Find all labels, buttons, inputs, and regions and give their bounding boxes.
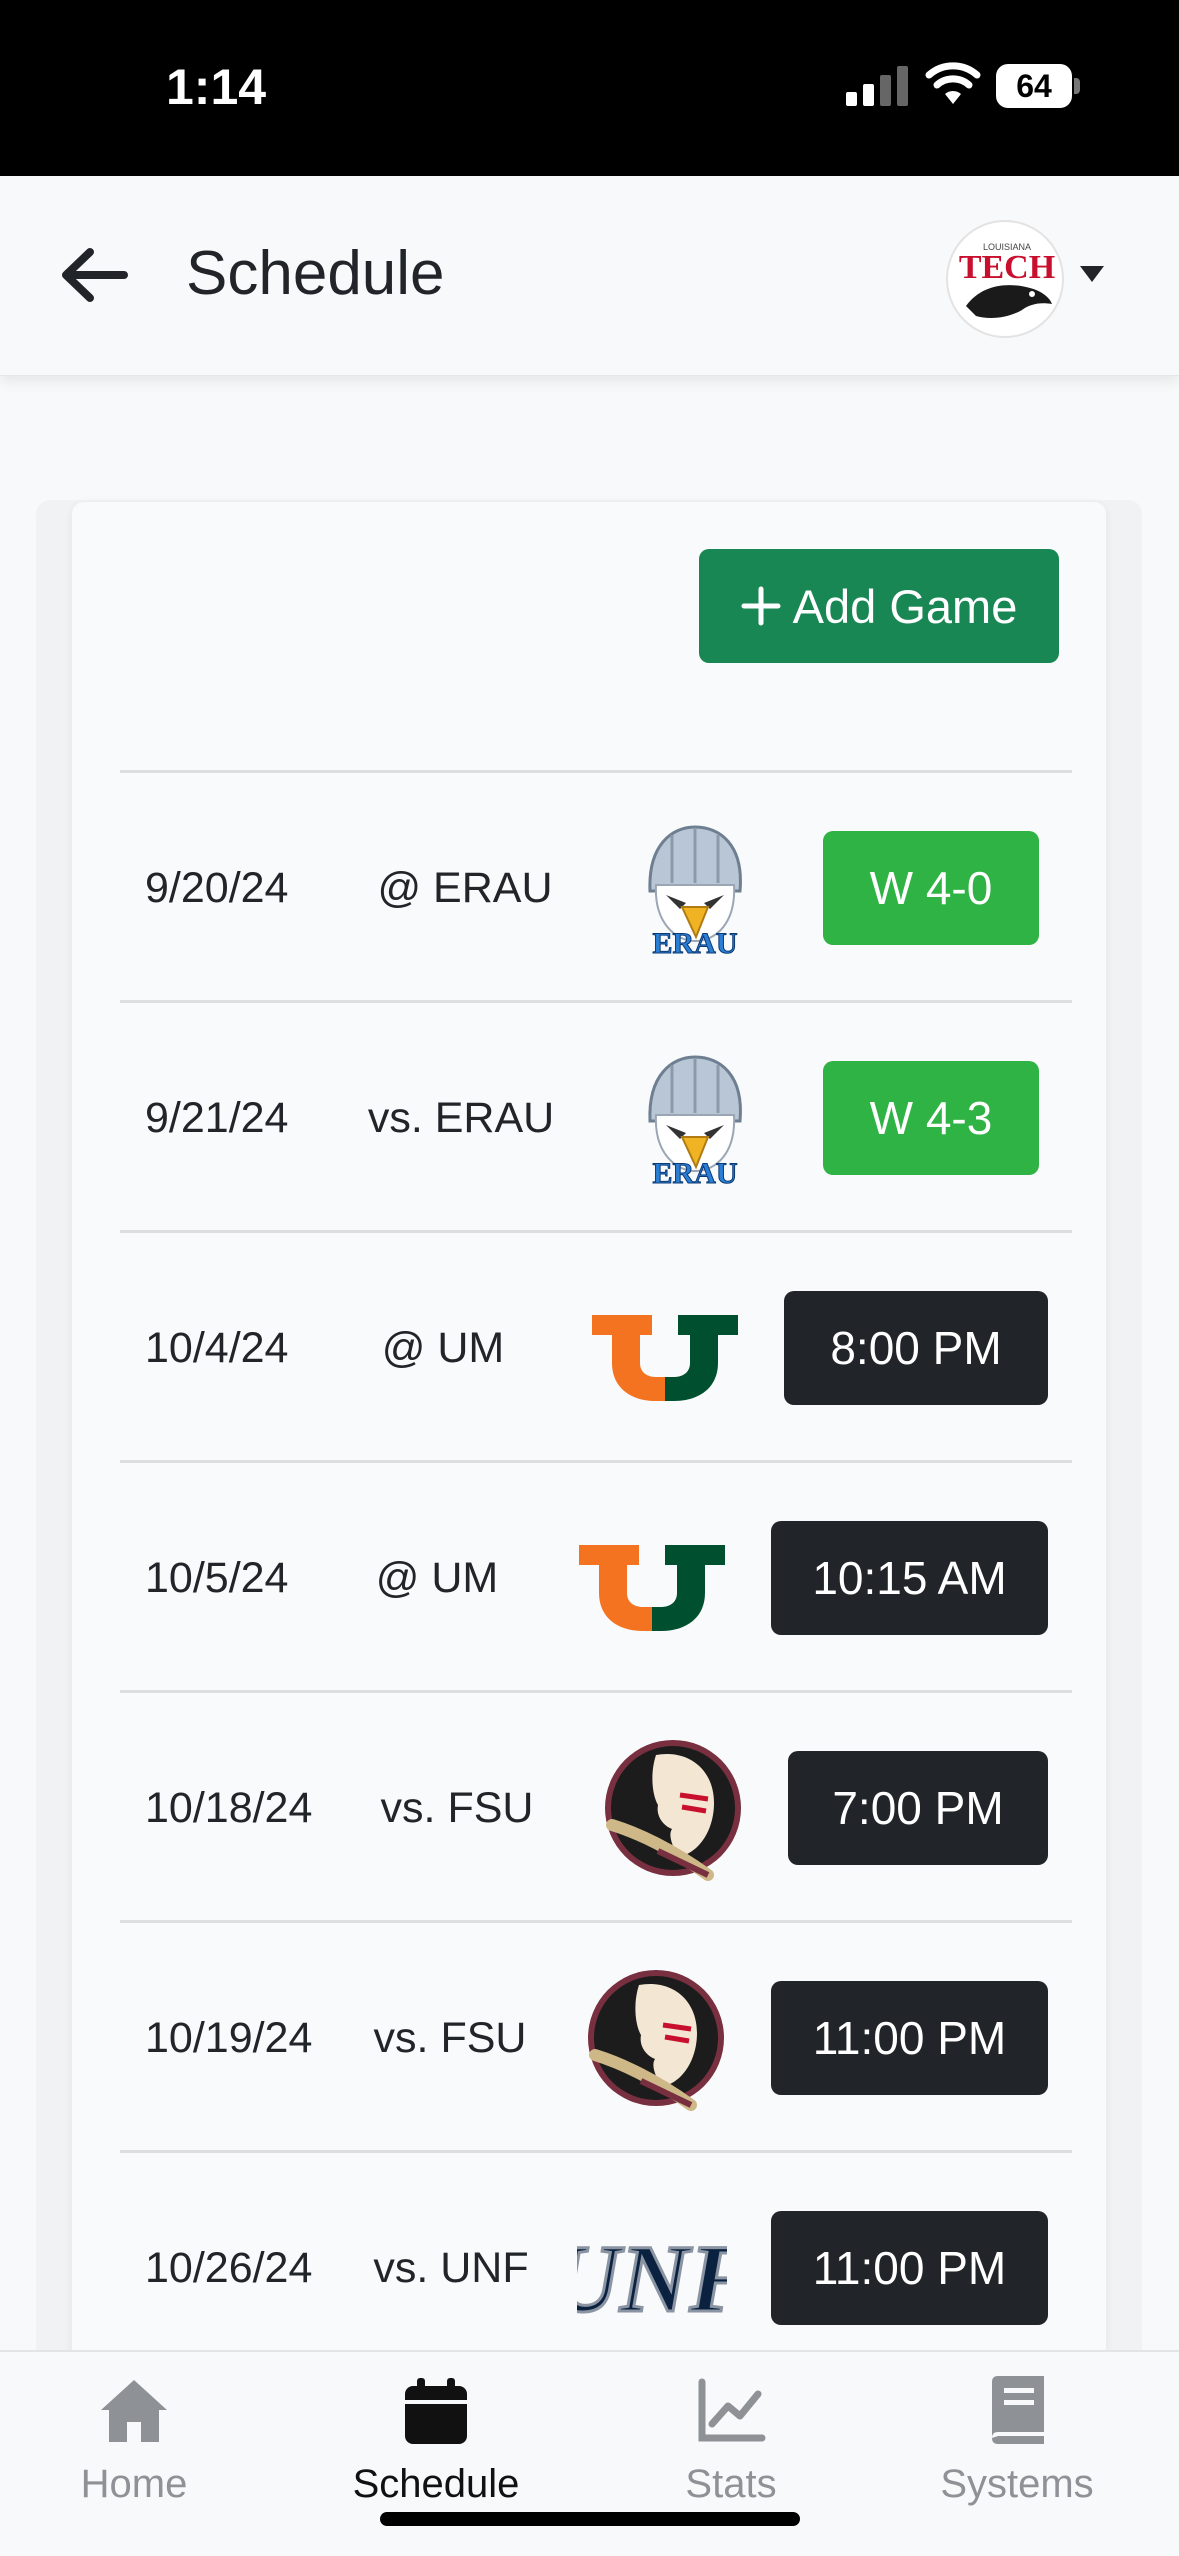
- add-game-label: Add Game: [792, 579, 1018, 633]
- add-game-button[interactable]: Add Game: [699, 549, 1059, 663]
- result-badge[interactable]: 11:00 PM: [771, 2211, 1048, 2325]
- svg-text:ERAU: ERAU: [652, 927, 737, 960]
- home-icon: [101, 2380, 167, 2442]
- game-date: 10/4/24: [145, 1324, 289, 1372]
- game-date: 10/19/24: [145, 2014, 313, 2062]
- unf-logo-icon: UNF: [577, 2224, 727, 2334]
- app-header: Schedule LOUISIANA TECH: [0, 176, 1179, 376]
- game-date: 10/18/24: [145, 1784, 313, 1832]
- avatar-text: TECH: [959, 249, 1055, 286]
- result-badge[interactable]: 10:15 AM: [771, 1521, 1048, 1635]
- cellular-signal-icon: [846, 66, 908, 106]
- status-time: 1:14: [166, 59, 267, 115]
- game-row[interactable]: 10/4/24 @ UM 8:00 PM: [120, 1230, 1072, 1460]
- page-title: Schedule: [186, 239, 445, 308]
- home-indicator: [380, 2512, 800, 2526]
- result-badge[interactable]: 8:00 PM: [784, 1291, 1048, 1405]
- game-date: 10/5/24: [145, 1554, 289, 1602]
- plus-icon: [741, 586, 781, 626]
- fsu-seminole-logo-icon: [588, 1970, 724, 2111]
- result-badge[interactable]: W 4-3: [823, 1061, 1039, 1175]
- game-row[interactable]: 10/18/24 vs. FSU 7:00 PM: [120, 1690, 1072, 1920]
- fsu-seminole-logo-icon: [605, 1740, 741, 1881]
- wifi-icon: [925, 62, 981, 104]
- team-avatar[interactable]: LOUISIANA TECH: [946, 220, 1064, 338]
- tab-stats[interactable]: Stats: [621, 2374, 841, 2524]
- book-icon: [992, 2376, 1044, 2444]
- game-row[interactable]: 10/19/24 vs. FSU 11:00 PM: [120, 1920, 1072, 2150]
- battery-icon: 64: [996, 64, 1080, 108]
- game-opponent: vs. FSU: [373, 2014, 527, 2062]
- erau-eagle-logo-icon: ERAU: [648, 1055, 742, 1191]
- louisiana-tech-logo-icon: LOUISIANA TECH: [959, 242, 1055, 318]
- svg-text:ERAU: ERAU: [652, 1157, 737, 1190]
- game-date: 9/20/24: [145, 864, 289, 912]
- tab-schedule[interactable]: Schedule: [326, 2374, 546, 2524]
- game-opponent: vs. FSU: [380, 1784, 534, 1832]
- game-opponent: vs. ERAU: [367, 1094, 555, 1142]
- miami-u-logo-icon: [579, 1545, 725, 1631]
- result-badge[interactable]: W 4-0: [823, 831, 1039, 945]
- chart-line-icon: [698, 2378, 766, 2442]
- game-opponent: @ UM: [375, 1554, 499, 1602]
- tab-label: Stats: [685, 2462, 777, 2506]
- game-row[interactable]: 10/5/24 @ UM 10:15 AM: [120, 1460, 1072, 1690]
- game-opponent: @ ERAU: [377, 864, 553, 912]
- game-date: 10/26/24: [145, 2244, 313, 2292]
- tab-label: Home: [80, 2462, 188, 2506]
- game-row[interactable]: 10/26/24 vs. UNF UNF 11:00 PM: [120, 2150, 1072, 2380]
- chevron-down-icon[interactable]: [1078, 264, 1106, 284]
- status-bar: 1:14 64: [0, 0, 1179, 176]
- tab-label: Schedule: [352, 2462, 520, 2506]
- tab-label: Systems: [940, 2462, 1094, 2506]
- game-list: 9/20/24 @ ERAU ERAU W 4-0 9/21/24 vs. ER…: [120, 770, 1072, 2380]
- result-badge[interactable]: 7:00 PM: [788, 1751, 1048, 1865]
- back-arrow-icon[interactable]: [58, 244, 130, 306]
- game-opponent: vs. UNF: [373, 2244, 529, 2292]
- battery-level: 64: [996, 64, 1072, 108]
- game-row[interactable]: 9/20/24 @ ERAU ERAU W 4-0: [120, 770, 1072, 1000]
- tab-systems[interactable]: Systems: [907, 2374, 1127, 2524]
- result-badge[interactable]: 11:00 PM: [771, 1981, 1048, 2095]
- miami-u-logo-icon: [592, 1315, 738, 1401]
- tab-home[interactable]: Home: [24, 2374, 244, 2524]
- game-row[interactable]: 9/21/24 vs. ERAU ERAU W 4-3: [120, 1000, 1072, 1230]
- calendar-icon: [405, 2378, 467, 2444]
- game-opponent: @ UM: [381, 1324, 505, 1372]
- erau-eagle-logo-icon: ERAU: [648, 825, 742, 961]
- game-date: 9/21/24: [145, 1094, 289, 1142]
- svg-text:UNF: UNF: [577, 2225, 727, 2332]
